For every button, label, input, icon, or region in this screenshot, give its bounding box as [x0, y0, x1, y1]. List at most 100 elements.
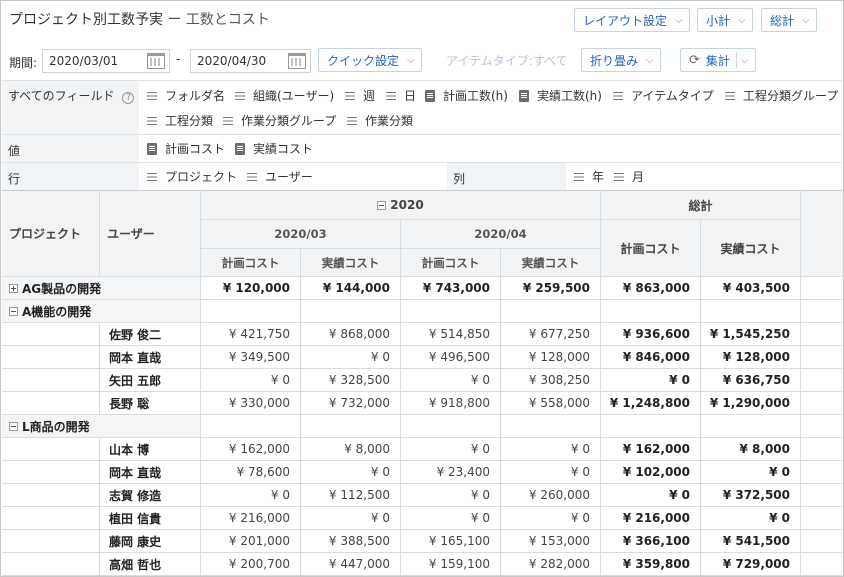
field-chip-label: 実績工数(h): [537, 89, 602, 103]
date-from-field[interactable]: 2020/03/01: [42, 49, 170, 73]
help-icon[interactable]: ?: [122, 92, 135, 104]
page-title: プロジェクト別工数予実 ー 工数とコスト: [9, 9, 270, 29]
value-cell: [401, 415, 501, 438]
layout-settings-button[interactable]: レイアウト設定 ⌵: [574, 8, 690, 32]
grandtotal-button[interactable]: 総計 ⌵: [761, 8, 817, 32]
drag-handle-icon: [147, 172, 157, 181]
date-from-value: 2020/03/01: [49, 54, 119, 68]
value-cell: ¥ 0: [301, 346, 401, 369]
value-cell: ¥ 165,100: [401, 530, 501, 553]
value-chip-label: 計画コスト: [165, 142, 226, 156]
value-cell: [401, 300, 501, 323]
value-cell: ¥ 78,600: [201, 461, 301, 484]
row-chip[interactable]: プロジェクト: [147, 168, 237, 185]
collapse-button[interactable]: 折り畳み ⌵: [581, 48, 661, 72]
field-chip[interactable]: アイテムタイプ: [613, 87, 714, 104]
calendar-icon[interactable]: [288, 53, 306, 69]
grand-total-cell: ¥ 8,000: [701, 438, 801, 461]
field-chip[interactable]: 週: [345, 87, 375, 104]
columns-label: 列: [447, 163, 566, 190]
field-chip-label: 工程分類グループ: [743, 89, 839, 103]
value-chip-label: 実績コスト: [253, 142, 314, 156]
drag-handle-icon: [574, 172, 584, 181]
value-chip[interactable]: 実績コスト: [235, 140, 313, 157]
collapse-icon[interactable]: [9, 421, 18, 431]
header-year[interactable]: 2020: [201, 191, 601, 220]
user-name-cell: 高畑 哲也: [100, 553, 201, 576]
value-cell: ¥ 0: [401, 438, 501, 461]
filler-cell: [801, 323, 843, 346]
user-name-cell: 岡本 直哉: [100, 346, 201, 369]
subtotal-button[interactable]: 小計 ⌵: [697, 8, 753, 32]
date-range-separator: -: [176, 52, 181, 66]
value-cell: ¥ 0: [201, 369, 301, 392]
chevron-down-icon: ⌵: [646, 54, 654, 66]
value-cell: ¥ 0: [401, 507, 501, 530]
project-group-header[interactable]: AG製品の開発: [2, 277, 201, 300]
project-name: A機能の開発: [22, 304, 92, 319]
row-chip[interactable]: ユーザー: [247, 168, 313, 185]
expand-icon[interactable]: [9, 283, 18, 293]
grand-total-cell: ¥ 0: [701, 507, 801, 530]
values-zone: 値 計画コスト 実績コスト: [2, 134, 842, 162]
item-type-filter-label: アイテムタイプ:すべて: [446, 53, 568, 68]
field-chip[interactable]: 工程分類グループ: [725, 87, 838, 104]
period-label: 期間:: [9, 56, 38, 70]
field-chip[interactable]: 作業分類グループ: [223, 112, 336, 129]
all-fields-label-cell: すべてのフィールド?: [2, 81, 139, 134]
project-group-header[interactable]: A機能の開発: [2, 300, 201, 323]
field-chip[interactable]: 計画工数(h): [425, 87, 508, 104]
header-month: 2020/04: [401, 220, 601, 249]
report-subtitle: ー 工数とコスト: [167, 12, 270, 28]
drag-handle-icon: [147, 116, 157, 125]
collapse-icon[interactable]: [377, 200, 387, 210]
field-chip-label: 工程分類: [165, 114, 214, 128]
collapse-icon[interactable]: [9, 306, 18, 316]
field-chip[interactable]: フォルダ名: [147, 87, 225, 104]
field-chip[interactable]: 作業分類: [347, 112, 413, 129]
filler-cell: [801, 392, 843, 415]
all-fields-label: すべてのフィールド: [8, 89, 115, 103]
value-cell: ¥ 0: [501, 507, 601, 530]
header-filler: [801, 191, 843, 277]
refresh-icon: ⟳: [689, 52, 700, 68]
drag-handle-icon: [247, 172, 257, 181]
value-cell: ¥ 421,750: [201, 323, 301, 346]
date-to-field[interactable]: 2020/04/30: [190, 49, 311, 73]
measure-icon: [425, 89, 435, 102]
column-chip-label: 年: [592, 170, 605, 184]
column-chip[interactable]: 月: [614, 168, 644, 185]
value-cell: [201, 300, 301, 323]
quick-settings-button[interactable]: クイック設定 ⌵: [318, 48, 422, 72]
value-cell: ¥ 496,500: [401, 346, 501, 369]
grand-total-cell: [601, 415, 701, 438]
quick-settings-label: クイック設定: [327, 53, 400, 68]
value-cell: ¥ 282,000: [501, 553, 601, 576]
field-chip[interactable]: 組織(ユーザー): [235, 87, 334, 104]
project-cell-empty: [2, 530, 100, 553]
column-chip[interactable]: 年: [574, 168, 604, 185]
value-chip[interactable]: 計画コスト: [147, 140, 225, 157]
field-chip[interactable]: 工程分類: [147, 112, 213, 129]
project-cell-empty: [2, 438, 100, 461]
header-grand-total: 総計: [601, 191, 801, 220]
project-cell-empty: [2, 369, 100, 392]
project-group-header[interactable]: L商品の開発: [2, 415, 201, 438]
aggregate-button[interactable]: ⟳ 集計 ⌵: [680, 48, 756, 72]
grand-total-cell: ¥ 846,000: [601, 346, 701, 369]
grand-total-cell: ¥ 729,000: [701, 553, 801, 576]
header-total-actual-cost: 実績コスト: [701, 220, 801, 277]
project-cell-empty: [2, 553, 100, 576]
value-cell: ¥ 349,500: [201, 346, 301, 369]
field-chip[interactable]: 実績工数(h): [519, 87, 602, 104]
calendar-icon[interactable]: [147, 53, 165, 69]
item-type-filter[interactable]: アイテムタイプ:すべて: [437, 48, 575, 72]
measure-icon: [235, 142, 245, 155]
row-chip-label: プロジェクト: [165, 170, 238, 184]
field-chip-label: 日: [404, 89, 417, 103]
field-chip[interactable]: 日: [386, 87, 416, 104]
filler-cell: [801, 553, 843, 576]
field-chip-label: 計画工数(h): [443, 89, 508, 103]
value-cell: ¥ 162,000: [201, 438, 301, 461]
filler-cell: [801, 415, 843, 438]
